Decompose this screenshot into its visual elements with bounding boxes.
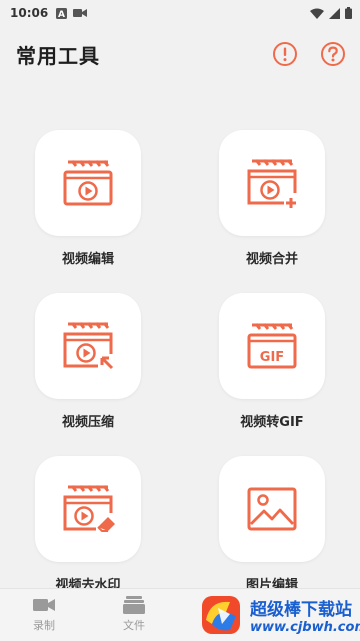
nav-item-files[interactable]: 文件: [104, 595, 164, 633]
tool-video-compress[interactable]: 视频压缩: [18, 293, 158, 443]
tool-label: 视频合并: [245, 252, 298, 267]
svg-text:A: A: [58, 10, 65, 19]
video-clapper-compress-icon: [63, 322, 114, 370]
watermark-title: 超级棒下载站: [250, 599, 352, 620]
notification-a-icon: A: [56, 7, 68, 19]
wifi-icon: [310, 8, 324, 19]
app-header: 常用工具: [0, 30, 360, 78]
nav-label: 文件: [123, 619, 145, 632]
tool-card: [35, 456, 141, 562]
folder-stack-icon: [123, 596, 145, 614]
status-time: 10:06: [10, 6, 49, 20]
tool-video-to-gif[interactable]: GIF 视频转GIF: [202, 293, 342, 443]
gif-clapper-icon: GIF: [247, 323, 297, 369]
battery-icon: [345, 7, 352, 19]
tool-label: 视频压缩: [61, 415, 114, 430]
image-icon: [247, 487, 297, 531]
exclamation-circle-icon: [273, 42, 297, 66]
tool-card: [35, 293, 141, 399]
watermark-url: www.cjbwh.com: [250, 619, 360, 635]
video-camera-icon: [33, 599, 55, 611]
signal-icon: [329, 7, 340, 19]
tool-remove-watermark[interactable]: 视频去水印: [18, 456, 158, 606]
tool-card: [219, 130, 325, 236]
gif-badge: GIF: [260, 350, 284, 365]
tool-card: [35, 130, 141, 236]
question-circle-icon: [321, 42, 345, 66]
video-clapper-play-icon: [63, 160, 113, 206]
video-clapper-plus-icon: [247, 159, 297, 208]
help-button[interactable]: [320, 41, 346, 67]
status-bar: 10:06 A: [0, 0, 360, 26]
tool-video-merge[interactable]: 视频合并: [202, 130, 342, 280]
tool-card: GIF: [219, 293, 325, 399]
watermark-logo-icon: [196, 590, 248, 640]
tool-label: 视频编辑: [61, 252, 114, 267]
video-recording-icon: [73, 8, 88, 18]
tool-video-edit[interactable]: 视频编辑: [18, 130, 158, 280]
nav-label: 录制: [33, 619, 55, 632]
nav-item-record[interactable]: 录制: [14, 595, 74, 633]
site-watermark: 超级棒下载站 www.cjbwh.com: [196, 588, 360, 641]
tool-image-edit[interactable]: 图片编辑: [202, 456, 342, 606]
tool-label: 视频转GIF: [240, 415, 304, 430]
video-clapper-eraser-icon: [63, 485, 115, 532]
tool-card: [219, 456, 325, 562]
page-title: 常用工具: [16, 43, 100, 68]
info-button[interactable]: [272, 41, 298, 67]
